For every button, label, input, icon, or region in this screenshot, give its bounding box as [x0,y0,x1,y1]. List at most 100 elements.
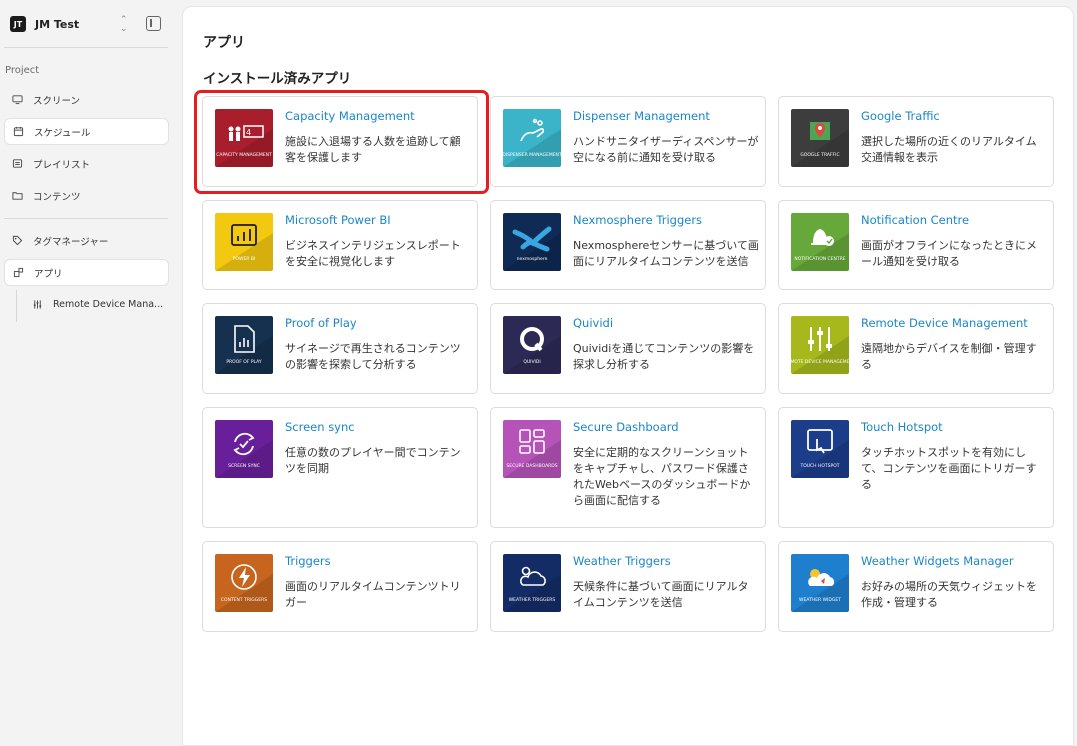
app-description: Quividiを通じてコンテンツの影響を探求し分析する [573,342,755,371]
tag-icon [12,235,23,246]
chevron-up-down-icon[interactable]: ⌃ ⌄ [120,16,128,34]
divider [4,47,168,48]
power-bi-icon: POWER BI [215,213,273,271]
thumb-label: WEATHER WIDGET [799,597,841,603]
thumb-label: QUIVIDI [523,359,540,365]
nexmosphere-x-icon: nexmosphere [503,213,561,271]
folder-icon [12,190,23,201]
monitor-icon [12,94,23,105]
map-pin-icon: GOOGLE TRAFFIC [791,109,849,167]
app-card[interactable]: SCREEN SYNC Screen sync 任意の数のプレイヤー間でコンテンツを… [202,407,478,528]
thumb-label: REMOTE DEVICE MANAGEMENT [791,359,849,365]
touch-icon: TOUCH HOTSPOT [791,420,849,478]
thumb-label: TOUCH HOTSPOT [799,463,839,469]
app-card[interactable]: GOOGLE TRAFFIC Google Traffic 選択した場所の近くのリア… [778,96,1054,187]
app-description: ハンドサニタイザーディスペンサーが空になる前に通知を受け取る [573,135,759,164]
weather-icon: WEATHER TRIGGERS [503,554,561,612]
hand-sanitizer-icon: DISPENSER MANAGEMENT [503,109,561,167]
app-name-link[interactable]: Quividi [573,316,613,330]
app-description: 画面のリアルタイムコンテンツトリガー [285,580,461,609]
app-name-link[interactable]: Notification Centre [861,213,969,227]
sidebar-item-schedule[interactable]: スケジュール [4,118,169,145]
dashboard-icon: SECURE DASHBOARDS [503,420,561,478]
sidebar-subitem-remote-device-management[interactable]: Remote Device Mana... [26,291,171,318]
app-name-link[interactable]: Weather Triggers [573,554,671,568]
sidebar-item-label: Remote Device Mana... [53,299,164,310]
app-name-link[interactable]: Triggers [285,554,331,568]
report-icon: PROOF OF PLAY [215,316,273,374]
app-description: 画面がオフラインになったときにメール通知を受け取る [861,239,1037,268]
playlist-icon [12,158,23,169]
app-name-link[interactable]: Remote Device Management [861,316,1028,330]
highlight-box [194,90,489,194]
app-name-link[interactable]: Nexmosphere Triggers [573,213,702,227]
app-description: Nexmosphereセンサーに基づいて画面にリアルタイムコンテンツを送信 [573,239,759,268]
collapse-sidebar-icon[interactable] [146,16,161,31]
thumb-label: SCREEN SYNC [228,463,260,469]
app-card[interactable]: WEATHER WIDGET Weather Widgets Manager お好み… [778,541,1054,632]
sync-icon: SCREEN SYNC [215,420,273,478]
sidebar-item-label: アプリ [34,268,63,280]
sliders-icon [32,299,43,310]
sidebar-item-label: タグマネージャー [33,236,109,248]
app-name-link[interactable]: Proof of Play [285,316,357,330]
app-card[interactable]: nexmosphere Nexmosphere Triggers Nexmosphe… [490,200,766,290]
workspace-name: JM Test [35,17,80,31]
app-name-link[interactable]: Touch Hotspot [861,420,943,434]
app-description: 天候条件に基づいて画面にリアルタイムコンテンツを送信 [573,580,749,609]
section-label: Project [5,65,40,76]
sliders-icon: REMOTE DEVICE MANAGEMENT [791,316,849,374]
sidebar-item-playlists[interactable]: プレイリスト [4,150,169,177]
thumb-label: NOTIFICATION CENTRE [794,256,845,262]
lightning-icon: CONTENT TRIGGERS [215,554,273,612]
tree-line [16,290,17,322]
calendar-icon [13,126,24,137]
bell-icon: NOTIFICATION CENTRE [791,213,849,271]
app-card[interactable]: DISPENSER MANAGEMENT Dispenser Management… [490,96,766,187]
app-name-link[interactable]: Secure Dashboard [573,420,679,434]
thumb-label: WEATHER TRIGGERS [509,597,556,603]
sidebar-item-label: コンテンツ [33,191,81,203]
divider [4,218,168,219]
app-description: サイネージで再生されるコンテンツの影響を探索して分析する [285,342,461,371]
app-card[interactable]: SECURE DASHBOARDS Secure Dashboard 安全に定期的な… [490,407,766,528]
sidebar-item-tag-manager[interactable]: タグマネージャー [4,227,169,254]
app-name-link[interactable]: Dispenser Management [573,109,710,123]
app-description: タッチホットスポットを有効にして、コンテンツを画面にトリガーする [861,446,1037,491]
app-description: ビジネスインテリジェンスレポートを安全に視覚化します [285,239,461,268]
app-description: 遠隔地からデバイスを制御・管理する [861,342,1037,371]
thumb-label: CONTENT TRIGGERS [221,597,267,603]
thumb-label: DISPENSER MANAGEMENT [503,152,561,158]
app-card[interactable]: PROOF OF PLAY Proof of Play サイネージで再生されるコンテ… [202,303,478,394]
app-card[interactable]: NOTIFICATION CENTRE Notification Centre 画面… [778,200,1054,290]
thumb-label: SECURE DASHBOARDS [506,463,557,469]
installed-apps-heading: インストール済みアプリ [203,71,352,87]
quividi-icon: QUIVIDI [503,316,561,374]
sidebar: JT JM Test ⌃ ⌄ Project スクリーン スケジュール プレイリス… [0,0,181,746]
sidebar-item-label: スケジュール [34,127,91,139]
page-title: アプリ [203,35,245,51]
app-name-link[interactable]: Microsoft Power BI [285,213,391,227]
sidebar-item-screens[interactable]: スクリーン [4,86,169,113]
sidebar-item-contents[interactable]: コンテンツ [4,182,169,209]
app-description: 任意の数のプレイヤー間でコンテンツを同期 [285,446,461,475]
workspace-avatar: JT [10,16,26,32]
app-card[interactable]: CONTENT TRIGGERS Triggers 画面のリアルタイムコンテンツトリ… [202,541,478,632]
app-name-link[interactable]: Screen sync [285,420,355,434]
app-card[interactable]: POWER BI Microsoft Power BI ビジネスインテリジェンスレポ… [202,200,478,290]
sidebar-item-label: スクリーン [33,95,81,107]
app-card[interactable]: QUIVIDI Quividi Quividiを通じてコンテンツの影響を探求し分析す… [490,303,766,394]
sidebar-item-apps[interactable]: アプリ [4,259,169,286]
app-card[interactable]: WEATHER TRIGGERS Weather Triggers 天候条件に基づい… [490,541,766,632]
app-description: 安全に定期的なスクリーンショットをキャプチャし、パスワード保護されたWebベース… [573,446,751,507]
app-description: 選択した場所の近くのリアルタイム交通情報を表示 [861,135,1037,164]
app-card[interactable]: REMOTE DEVICE MANAGEMENT Remote Device Ma… [778,303,1054,394]
thumb-label: nexmosphere [517,256,548,262]
app-card[interactable]: TOUCH HOTSPOT Touch Hotspot タッチホットスポットを有効に… [778,407,1054,528]
apps-icon [13,267,24,278]
app-name-link[interactable]: Google Traffic [861,109,940,123]
thumb-label: GOOGLE TRAFFIC [800,152,839,158]
thumb-label: PROOF OF PLAY [226,359,262,365]
app-name-link[interactable]: Weather Widgets Manager [861,554,1014,568]
thumb-label: POWER BI [233,256,256,262]
